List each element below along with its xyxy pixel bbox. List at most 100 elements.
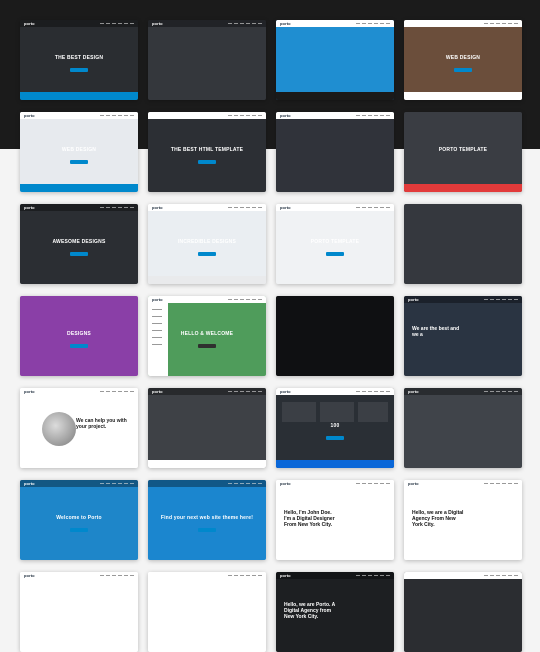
- theme-card-r7-c3[interactable]: porto Hello, we are Porto. A Digital Agen…: [276, 572, 394, 652]
- theme-card-header: porto: [20, 20, 138, 27]
- cta-button[interactable]: [70, 528, 88, 532]
- cta-button[interactable]: [70, 68, 88, 72]
- brand-logo: porto: [408, 389, 419, 394]
- brand-logo: porto: [152, 389, 163, 394]
- tile-image: [282, 402, 316, 422]
- theme-card-r1-c1[interactable]: porto THE BEST DESIGN: [20, 20, 138, 100]
- theme-card-header: porto: [20, 572, 138, 579]
- menu-icon: [356, 483, 390, 484]
- theme-card-headline: Find your next web site theme here!: [160, 515, 254, 522]
- theme-card-headline: DESIGNS: [67, 331, 91, 338]
- theme-card-r7-c2[interactable]: [148, 572, 266, 652]
- menu-icon: [484, 391, 518, 392]
- theme-card-r6-c2[interactable]: Find your next web site theme here!: [148, 480, 266, 560]
- theme-card-headline: INCREDIBLE DESIGNS: [177, 239, 237, 246]
- theme-card-r3-c3[interactable]: porto PORTO TEMPLATE: [276, 204, 394, 284]
- theme-card-r2-c3[interactable]: porto: [276, 112, 394, 192]
- theme-card-r5-c1[interactable]: porto We can help you with your project.: [20, 388, 138, 468]
- theme-card-header: [404, 20, 522, 27]
- theme-card-header: porto: [276, 572, 394, 579]
- brand-logo: porto: [24, 113, 35, 118]
- brand-logo: porto: [408, 481, 419, 486]
- theme-card-footer-strip: [404, 92, 522, 100]
- theme-card-headline: 100: [330, 423, 340, 430]
- theme-card-headline: PORTO TEMPLATE: [438, 147, 488, 154]
- menu-icon: [228, 391, 262, 392]
- theme-card-headline: Hello, I'm John Doe. I'm a Digital Desig…: [284, 510, 335, 529]
- cta-button[interactable]: [198, 344, 216, 348]
- theme-card-r3-c1[interactable]: porto AWESOME DESIGNS: [20, 204, 138, 284]
- theme-card-r5-c2[interactable]: porto: [148, 388, 266, 468]
- menu-icon: [356, 23, 390, 24]
- theme-card-r6-c3[interactable]: porto Hello, I'm John Doe. I'm a Digital …: [276, 480, 394, 560]
- theme-card-header: porto: [20, 112, 138, 119]
- menu-icon: [228, 207, 262, 208]
- theme-card-r2-c4[interactable]: PORTO TEMPLATE: [404, 112, 522, 192]
- cta-button[interactable]: [198, 160, 216, 164]
- theme-card-r6-c4[interactable]: porto Hello, we are a Digital Agency From…: [404, 480, 522, 560]
- brand-logo: porto: [152, 297, 163, 302]
- menu-icon: [356, 575, 390, 576]
- theme-card-r4-c4[interactable]: porto We are the best and we a: [404, 296, 522, 376]
- theme-card-header: porto: [404, 296, 522, 303]
- theme-card-headline: THE BEST DESIGN: [54, 55, 104, 62]
- menu-icon: [484, 23, 518, 24]
- theme-card-header: [148, 480, 266, 487]
- menu-icon: [228, 575, 262, 576]
- menu-icon: [100, 575, 134, 576]
- theme-card-header: porto: [276, 388, 394, 395]
- theme-card-footer-strip: [20, 184, 138, 192]
- menu-icon: [228, 23, 262, 24]
- theme-card-header: porto: [20, 204, 138, 211]
- menu-icon: [484, 575, 518, 576]
- brand-logo: porto: [152, 21, 163, 26]
- brand-logo: porto: [24, 481, 35, 486]
- theme-card-r4-c2[interactable]: porto HELLO & WELCOME: [148, 296, 266, 376]
- theme-card-r1-c4[interactable]: WEB DESIGN: [404, 20, 522, 100]
- theme-card-r3-c4[interactable]: [404, 204, 522, 284]
- menu-icon: [100, 115, 134, 116]
- theme-card-headline: WEB DESIGN: [445, 55, 481, 62]
- theme-card-footer-strip: [20, 92, 138, 100]
- brand-logo: porto: [24, 389, 35, 394]
- cta-button[interactable]: [70, 252, 88, 256]
- theme-card-r1-c3[interactable]: porto: [276, 20, 394, 100]
- cta-button[interactable]: [70, 344, 88, 348]
- theme-card-r5-c3[interactable]: porto 100: [276, 388, 394, 468]
- menu-icon: [100, 483, 134, 484]
- cta-button[interactable]: [198, 252, 216, 256]
- theme-card-header: porto: [276, 480, 394, 487]
- theme-card-header: porto: [20, 480, 138, 487]
- theme-card-r4-c1[interactable]: DESIGNS: [20, 296, 138, 376]
- cta-button[interactable]: [326, 436, 344, 440]
- brand-logo: porto: [152, 205, 163, 210]
- cta-button[interactable]: [454, 68, 472, 72]
- theme-card-r4-c3[interactable]: [276, 296, 394, 376]
- cta-button[interactable]: [326, 252, 344, 256]
- theme-card-r5-c4[interactable]: porto: [404, 388, 522, 468]
- hero-image-circle: [42, 412, 76, 446]
- cta-button[interactable]: [70, 160, 88, 164]
- theme-card-r2-c1[interactable]: porto WEB DESIGN: [20, 112, 138, 192]
- brand-logo: porto: [280, 389, 291, 394]
- theme-card-r7-c1[interactable]: porto: [20, 572, 138, 652]
- theme-card-headline: Welcome to Porto: [56, 515, 102, 522]
- theme-card-r1-c2[interactable]: porto: [148, 20, 266, 100]
- brand-logo: porto: [24, 573, 35, 578]
- theme-card-r7-c4[interactable]: [404, 572, 522, 652]
- theme-grid: porto THE BEST DESIGN porto porto WEB DES…: [20, 20, 522, 652]
- menu-icon: [228, 115, 262, 116]
- theme-card-r3-c2[interactable]: porto INCREDIBLE DESIGNS: [148, 204, 266, 284]
- theme-card-header: porto: [276, 20, 394, 27]
- theme-card-header: porto: [20, 388, 138, 395]
- menu-icon: [484, 483, 518, 484]
- theme-card-header: porto: [148, 296, 266, 303]
- brand-logo: porto: [280, 21, 291, 26]
- menu-icon: [356, 391, 390, 392]
- cta-button[interactable]: [198, 528, 216, 532]
- theme-card-r6-c1[interactable]: porto Welcome to Porto: [20, 480, 138, 560]
- theme-card-headline: We can help you with your project.: [76, 418, 127, 431]
- theme-card-r2-c2[interactable]: THE BEST HTML TEMPLATE: [148, 112, 266, 192]
- menu-icon: [100, 391, 134, 392]
- tile-image: [358, 402, 388, 422]
